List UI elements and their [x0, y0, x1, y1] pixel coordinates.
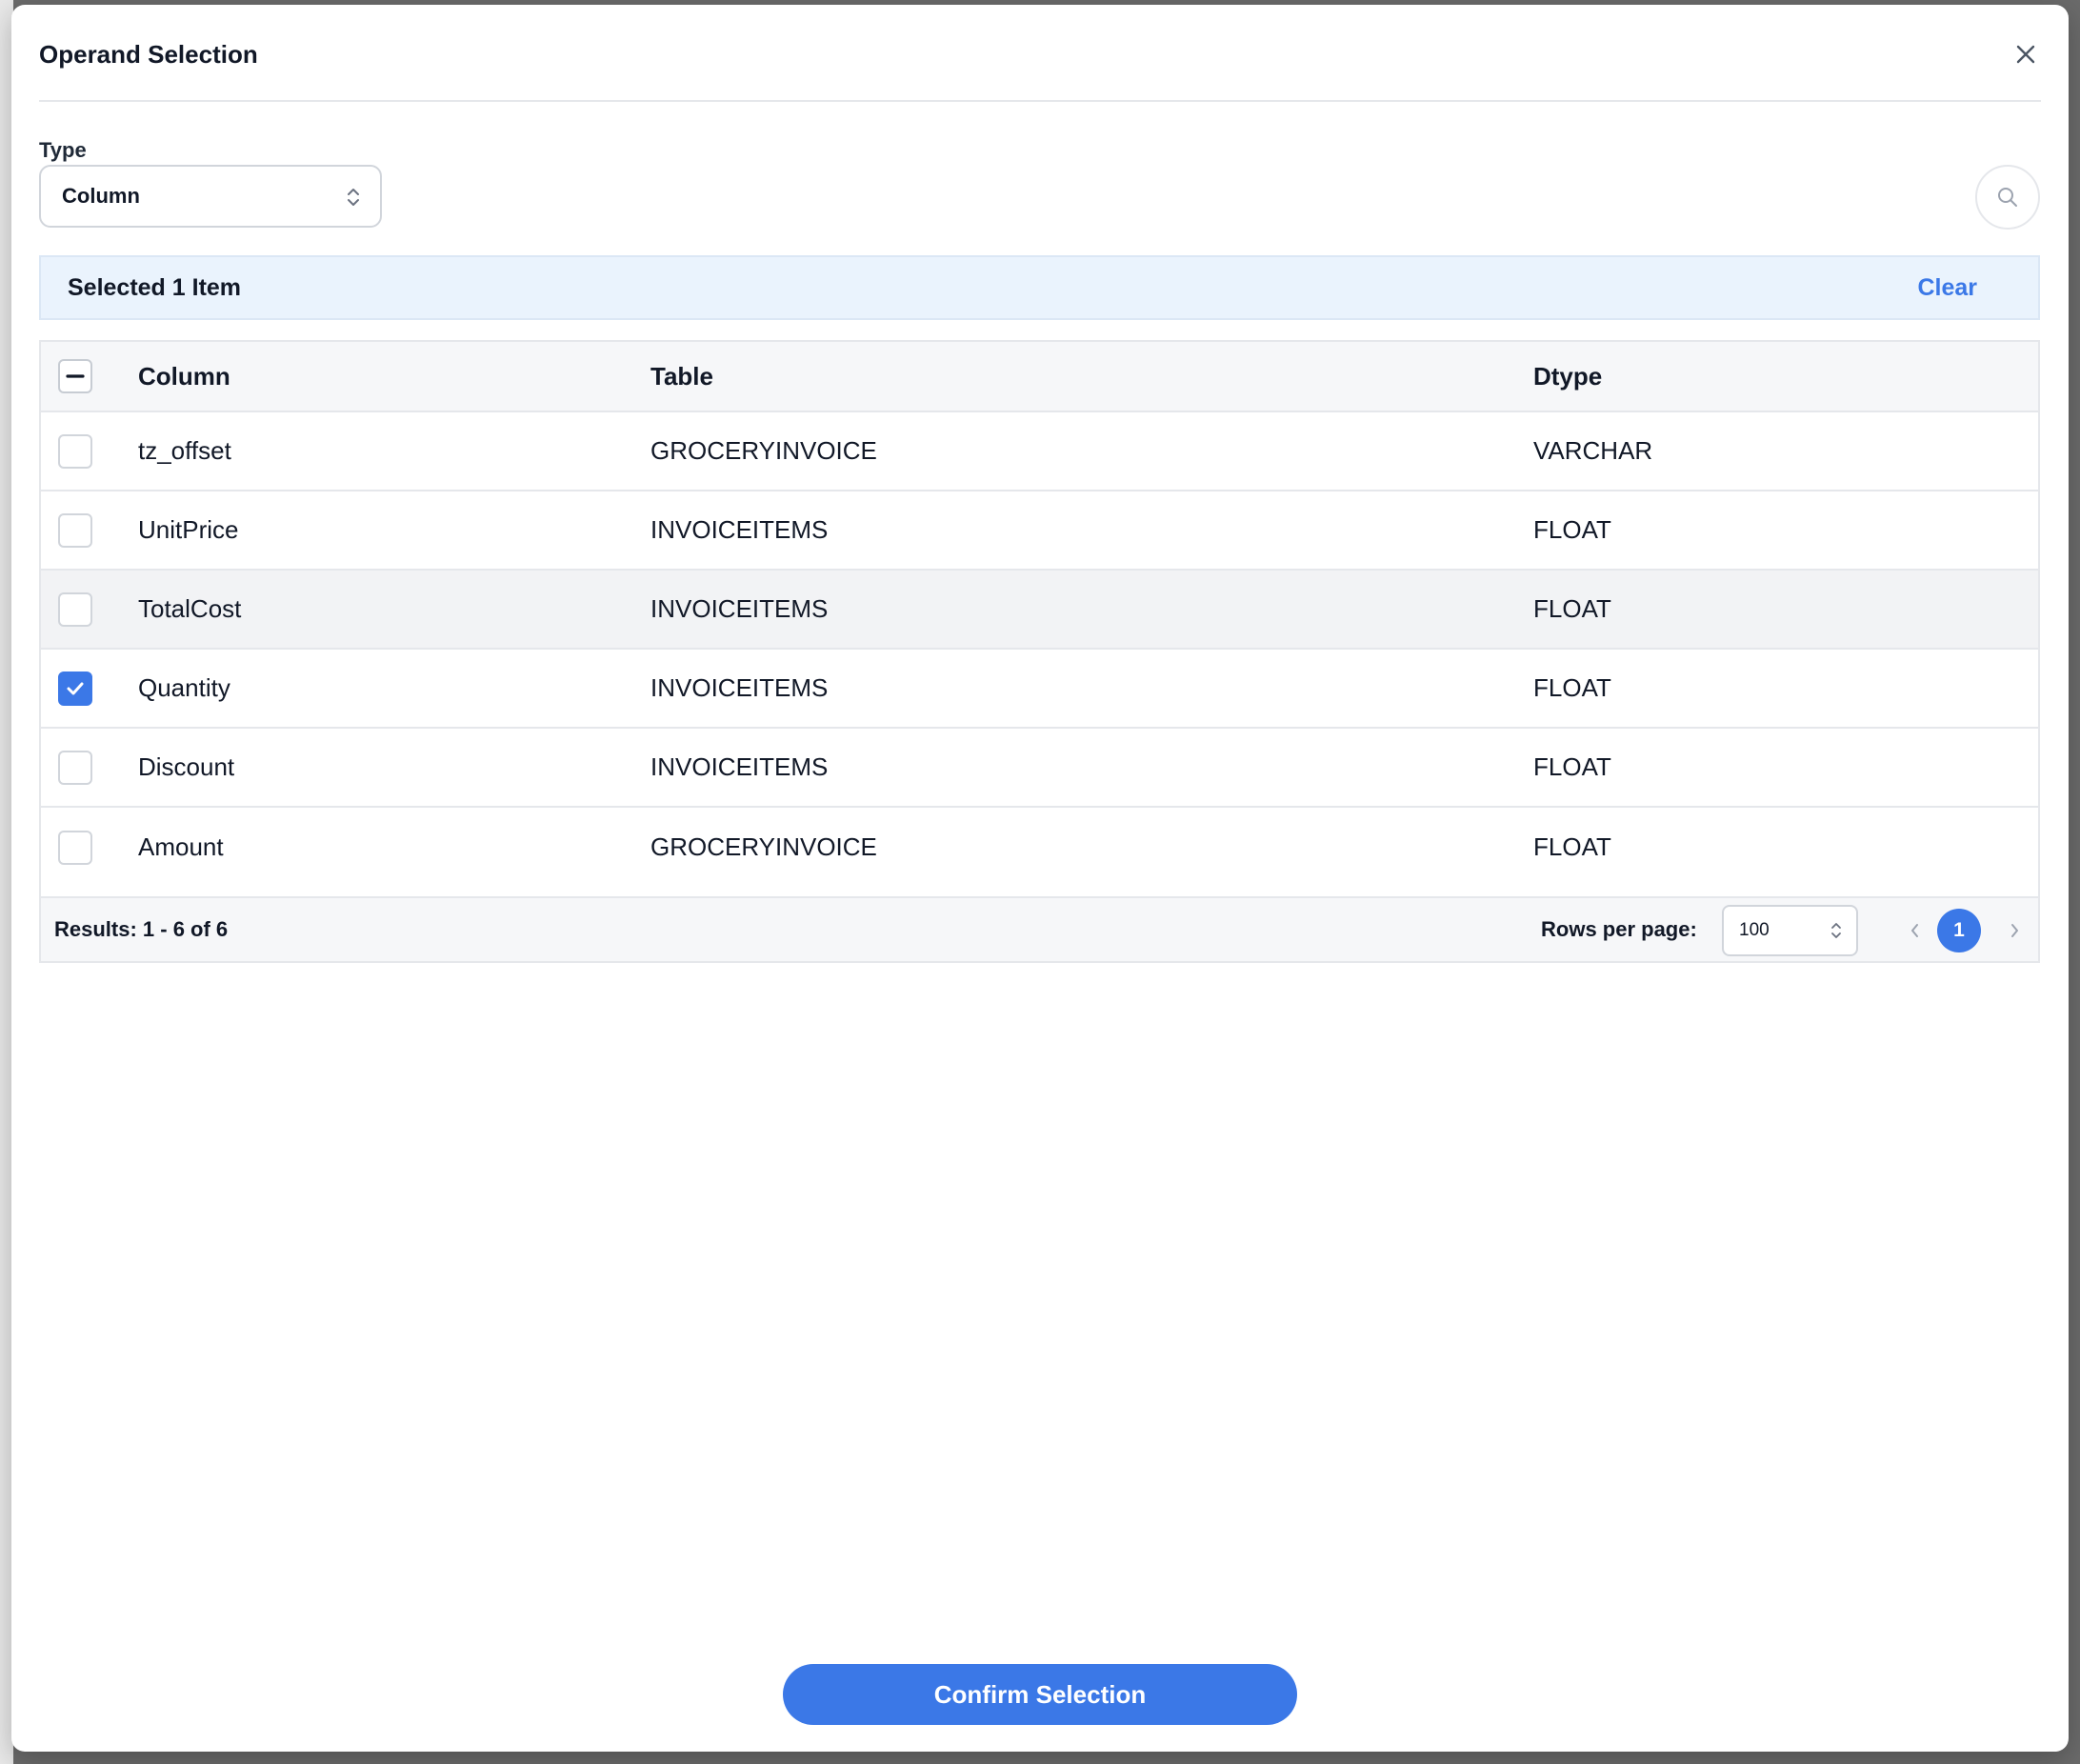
- type-select[interactable]: Column: [39, 165, 382, 228]
- row-checkbox[interactable]: [58, 750, 92, 785]
- cell-dtype: VARCHAR: [1533, 436, 1653, 465]
- search-icon: [1998, 188, 2017, 207]
- cell-dtype: FLOAT: [1533, 673, 1611, 702]
- close-button[interactable]: [2010, 39, 2041, 70]
- operand-selection-modal: Operand Selection Type Column Selected 1…: [11, 5, 2069, 1752]
- cell-dtype: FLOAT: [1533, 752, 1611, 781]
- next-page-button[interactable]: [1992, 909, 2036, 952]
- table-row[interactable]: TotalCost INVOICEITEMS FLOAT: [41, 571, 2038, 650]
- type-select-value: Column: [62, 184, 140, 208]
- close-icon: [2016, 45, 2035, 64]
- cell-table: INVOICEITEMS: [650, 515, 829, 544]
- row-checkbox[interactable]: [58, 591, 92, 627]
- chevron-left-icon: [1911, 924, 1918, 937]
- confirm-selection-button[interactable]: Confirm Selection: [783, 1664, 1297, 1725]
- cell-table: INVOICEITEMS: [650, 752, 829, 781]
- cell-dtype: FLOAT: [1533, 594, 1611, 623]
- table-row[interactable]: Amount GROCERYINVOICE FLOAT: [41, 808, 2038, 887]
- chevron-right-icon: [2011, 924, 2018, 937]
- rows-per-page-value: 100: [1739, 920, 1770, 940]
- cell-table: GROCERYINVOICE: [650, 832, 877, 861]
- modal-title: Operand Selection: [39, 40, 258, 69]
- table-row[interactable]: Discount INVOICEITEMS FLOAT: [41, 729, 2038, 808]
- cell-column: Discount: [138, 752, 235, 781]
- modal-header: Operand Selection: [39, 33, 2041, 102]
- cell-table: INVOICEITEMS: [650, 594, 829, 623]
- cell-column: Quantity: [138, 673, 230, 702]
- rows-per-page-select[interactable]: 100: [1722, 905, 1858, 956]
- chevron-up-down-icon: [1831, 923, 1841, 938]
- table-row[interactable]: Quantity INVOICEITEMS FLOAT: [41, 650, 2038, 729]
- cell-column: TotalCost: [138, 594, 242, 623]
- results-count: Results: 1 - 6 of 6: [54, 917, 229, 941]
- cell-dtype: FLOAT: [1533, 515, 1611, 544]
- previous-page-button[interactable]: [1893, 909, 1937, 952]
- header-dtype[interactable]: Dtype: [1533, 342, 1602, 411]
- table-row[interactable]: UnitPrice INVOICEITEMS FLOAT: [41, 491, 2038, 571]
- cell-table: INVOICEITEMS: [650, 673, 829, 702]
- type-label: Type: [39, 138, 87, 162]
- clear-selection-link[interactable]: Clear: [1917, 274, 1977, 302]
- cell-column: tz_offset: [138, 436, 231, 465]
- table-footer: Results: 1 - 6 of 6 Rows per page: 100 1: [41, 896, 2038, 961]
- chevron-up-down-icon: [348, 189, 359, 206]
- columns-table: Column Table Dtype tz_offset GROCERYINVO…: [39, 340, 2040, 963]
- checkmark-icon: [67, 682, 84, 694]
- row-checkbox[interactable]: [58, 433, 92, 469]
- cell-dtype: FLOAT: [1533, 832, 1611, 861]
- row-checkbox-checked[interactable]: [58, 671, 92, 706]
- row-checkbox[interactable]: [58, 512, 92, 548]
- row-checkbox[interactable]: [58, 830, 92, 865]
- table-header-row: Column Table Dtype: [41, 342, 2038, 412]
- header-table[interactable]: Table: [650, 342, 713, 411]
- header-column[interactable]: Column: [138, 342, 230, 411]
- cell-column: UnitPrice: [138, 515, 239, 544]
- selected-count-text: Selected 1 Item: [68, 273, 242, 301]
- select-all-checkbox[interactable]: [58, 359, 92, 393]
- cell-table: GROCERYINVOICE: [650, 436, 877, 465]
- search-button[interactable]: [1975, 165, 2040, 230]
- page-1-button[interactable]: 1: [1937, 909, 1981, 952]
- cell-column: Amount: [138, 832, 224, 861]
- table-row[interactable]: tz_offset GROCERYINVOICE VARCHAR: [41, 412, 2038, 491]
- selection-summary-bar: Selected 1 Item Clear: [39, 255, 2040, 320]
- minus-icon: [66, 374, 85, 378]
- rows-per-page-label: Rows per page:: [1541, 917, 1697, 941]
